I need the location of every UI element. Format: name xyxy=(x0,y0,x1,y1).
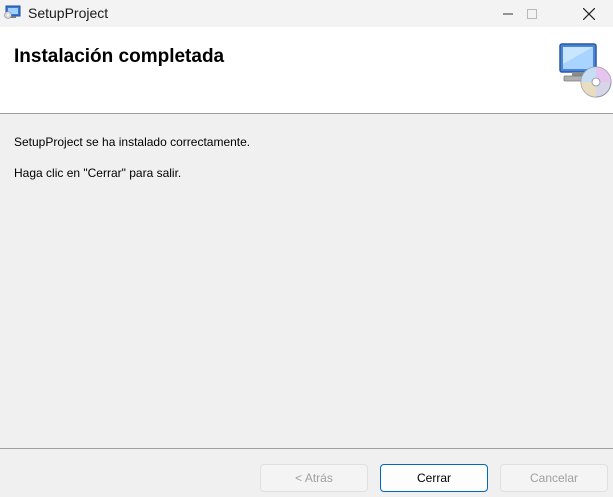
page-title: Instalación completada xyxy=(14,46,225,67)
success-message: SetupProject se ha instalado correctamen… xyxy=(14,135,251,149)
maximize-button[interactable] xyxy=(509,0,555,27)
cancel-button[interactable]: Cancelar xyxy=(500,464,608,492)
close-window-button[interactable] xyxy=(566,0,612,27)
window-title: SetupProject xyxy=(28,5,109,21)
instruction-message: Haga clic en "Cerrar" para salir. xyxy=(14,166,182,180)
wizard-content: SetupProject se ha instalado correctamen… xyxy=(0,115,613,448)
maximize-icon xyxy=(527,8,537,19)
computer-cd-icon xyxy=(559,43,612,98)
installer-icon xyxy=(4,5,21,19)
footer-divider xyxy=(0,448,613,449)
wizard-header: Instalación completada xyxy=(0,27,613,114)
close-button[interactable]: Cerrar xyxy=(380,464,488,492)
title-bar: SetupProject xyxy=(0,0,613,27)
close-icon xyxy=(583,7,595,20)
back-button[interactable]: < Atrás xyxy=(260,464,368,492)
